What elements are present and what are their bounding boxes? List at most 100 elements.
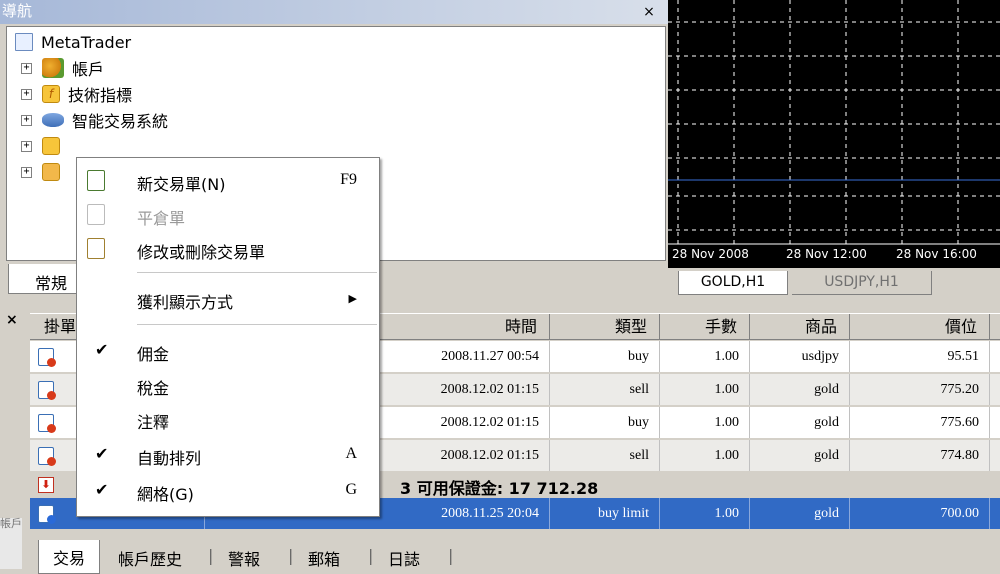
order-lots: 1.00 [660,498,750,529]
tree-item-label: 智能交易系統 [72,112,169,131]
menu-item-label: 獲利顯示方式 [137,293,234,312]
order-price: 775.20 [850,374,990,405]
expand-icon[interactable]: + [21,88,32,100]
tree-item-label: 帳戶 [72,60,105,79]
order-price: 700.00 [850,498,990,529]
menu-shortcut: A [345,445,357,462]
menu-separator [137,272,377,273]
menu-item-auto-arrange[interactable]: ✔ 自動排列 A [77,438,379,472]
checkmark-icon: ✔ [95,444,109,463]
tab-gold-h1[interactable]: GOLD,H1 [678,271,788,295]
column-price[interactable]: 價位 [850,314,990,340]
order-symbol: gold [750,498,850,529]
order-type: buy [550,341,660,372]
menu-item-grid[interactable]: ✔ 網格(G) G [77,474,379,508]
order-price: 775.60 [850,407,990,438]
modify-order-icon [87,238,105,259]
submenu-arrow-icon: ▶ [348,293,357,305]
pending-order-icon [38,505,56,524]
terminal-side-label: 帳戶 [0,518,22,569]
chart-grid [668,0,1000,245]
scripts-icon [42,163,60,181]
tree-item-metatrader[interactable]: MetaTrader [15,29,131,55]
menu-item-label: 平倉單 [137,209,186,228]
order-price: 774.80 [850,440,990,471]
terminal-tabs: 交易 帳戶歷史 | 警報 | 郵箱 | 日誌 | [30,540,1000,574]
accounts-icon [42,58,64,78]
menu-item-label: 修改或刪除交易單 [137,243,266,262]
tree-item-custom-indicators[interactable]: + [21,133,68,159]
order-type: sell [550,374,660,405]
close-order-icon [87,204,105,225]
order-lots: 1.00 [660,374,750,405]
summary-arrow-icon: ⬇ [38,477,54,493]
order-symbol: usdjpy [750,341,850,372]
order-symbol: gold [750,440,850,471]
expand-icon[interactable]: + [21,62,32,74]
menu-item-comments[interactable]: 注釋 [77,402,379,436]
column-lots[interactable]: 手數 [660,314,750,340]
metatrader-icon [15,33,33,51]
indicators-icon: f [42,85,60,103]
menu-separator [137,324,377,325]
free-margin-text: 3 可用保證金: 17 712.28 [400,479,599,498]
navigator-title: 導航 [0,0,668,24]
order-icon [38,381,56,400]
order-price: 95.51 [850,341,990,372]
menu-item-label: 自動排列 [137,449,202,468]
column-symbol[interactable]: 商品 [750,314,850,340]
menu-item-close-order[interactable]: 平倉單 [77,198,379,232]
menu-item-label: 佣金 [137,345,170,364]
expert-advisors-icon [42,113,64,127]
menu-item-label: 注釋 [137,413,170,432]
x-axis-label: 28 Nov 2008 [672,247,749,261]
checkmark-icon: ✔ [95,340,109,359]
menu-item-label: 稅金 [137,379,170,398]
order-lots: 1.00 [660,440,750,471]
tree-item-indicators[interactable]: + f 技術指標 [21,81,132,107]
tab-alerts[interactable]: 警報 [228,546,260,570]
column-type[interactable]: 類型 [550,314,660,340]
tree-item-expert-advisors[interactable]: + 智能交易系統 [21,107,168,133]
menu-shortcut: G [345,481,357,498]
expand-icon[interactable]: + [21,114,32,126]
context-menu: 新交易單(N) F9 平倉單 修改或刪除交易單 獲利顯示方式 ▶ ✔ 佣金 稅金… [76,157,380,517]
tree-item-scripts[interactable]: + [21,159,68,185]
menu-item-taxes[interactable]: 稅金 [77,368,379,402]
order-icon [38,348,56,367]
custom-indicators-icon [42,137,60,155]
x-axis-label: 28 Nov 12:00 [786,247,867,261]
expand-icon[interactable]: + [21,166,32,178]
order-icon [38,414,56,433]
tree-item-label: MetaTrader [41,32,132,52]
menu-item-label: 新交易單(N) [137,175,226,194]
tab-usdjpy-h1[interactable]: USDJPY,H1 [792,271,932,295]
chart-window[interactable]: 28 Nov 2008 28 Nov 12:00 28 Nov 16:00 [668,0,1000,268]
x-axis-label: 28 Nov 16:00 [896,247,977,261]
navigator-close-button[interactable]: × [638,2,660,22]
tree-item-accounts[interactable]: + 帳戶 [21,55,104,81]
terminal-close-button[interactable]: × [6,312,18,328]
order-icon [38,447,56,466]
order-type: buy [550,407,660,438]
order-type: buy limit [550,498,660,529]
checkmark-icon: ✔ [95,480,109,499]
order-lots: 1.00 [660,341,750,372]
tree-item-label: 技術指標 [68,86,133,105]
new-order-icon [87,170,105,191]
expand-icon[interactable]: + [21,140,32,152]
menu-item-profit-display[interactable]: 獲利顯示方式 ▶ [77,282,379,316]
menu-shortcut: F9 [340,171,357,188]
order-symbol: gold [750,374,850,405]
menu-item-commission[interactable]: ✔ 佣金 [77,334,379,368]
menu-item-modify-order[interactable]: 修改或刪除交易單 [77,232,379,266]
order-type: sell [550,440,660,471]
menu-item-new-order[interactable]: 新交易單(N) F9 [77,164,379,198]
tab-journal[interactable]: 日誌 [388,546,420,570]
chart-tabs: GOLD,H1 USDJPY,H1 [668,268,1000,295]
order-lots: 1.00 [660,407,750,438]
order-symbol: gold [750,407,850,438]
menu-item-label: 網格(G) [137,485,194,504]
tab-account-history[interactable]: 帳戶歷史 [118,546,182,570]
tab-mailbox[interactable]: 郵箱 [308,546,340,570]
